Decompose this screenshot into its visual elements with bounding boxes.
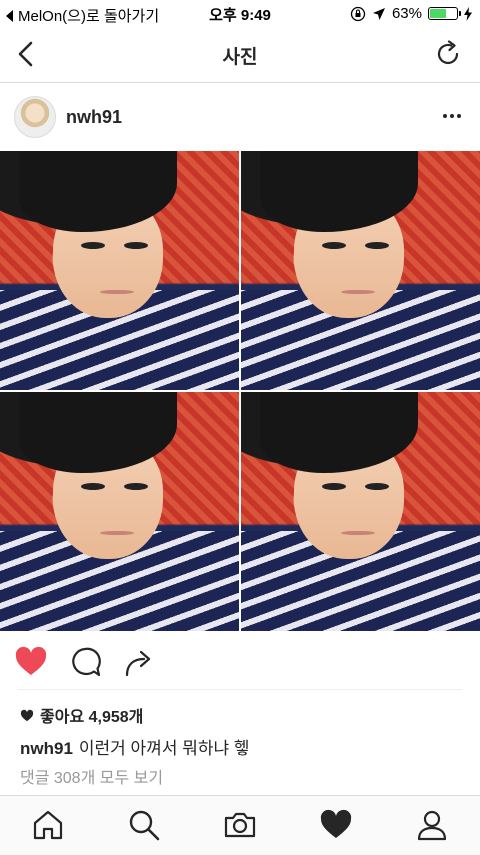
caption-text: 이런거 아껴서 뭐하냐 헿 [78, 739, 250, 758]
post-actions [0, 632, 480, 690]
photo-tile [241, 151, 480, 390]
battery-percent: 63% [391, 5, 422, 22]
avatar[interactable] [14, 96, 56, 138]
status-right: 63% [350, 5, 472, 22]
status-bar: MelOn(으)로 돌아가기 오후 9:49 63% [0, 0, 480, 28]
post-header: nwh91 [0, 83, 480, 151]
tab-bar [0, 795, 480, 855]
orientation-lock-icon [350, 6, 366, 21]
location-arrow-icon [372, 7, 385, 20]
caption: nwh91 이런거 아껴서 뭐하냐 헿 [20, 734, 249, 759]
share-icon[interactable] [122, 645, 156, 679]
photo-tile [0, 151, 239, 390]
post-photo[interactable] [0, 151, 480, 631]
photo-tile [0, 392, 239, 631]
battery-icon [428, 7, 461, 20]
photo-tile [241, 392, 480, 631]
more-options-icon[interactable] [442, 107, 462, 125]
view-all-comments-link[interactable]: 댓글 308개 모두 보기 [20, 764, 163, 788]
page-title: 사진 [222, 47, 258, 68]
heart-icon[interactable] [14, 645, 48, 679]
refresh-icon[interactable] [436, 40, 462, 68]
camera-icon[interactable] [223, 808, 257, 842]
search-icon[interactable] [127, 808, 161, 842]
charging-bolt-icon [464, 6, 472, 21]
likes-text: 좋아요 4,958개 [40, 709, 144, 726]
nav-bar: 사진 [0, 28, 480, 83]
profile-icon[interactable] [415, 808, 449, 842]
caption-username[interactable]: nwh91 [20, 739, 73, 758]
post-username[interactable]: nwh91 [66, 107, 122, 128]
activity-heart-icon[interactable] [319, 808, 353, 842]
comment-icon[interactable] [68, 645, 102, 679]
divider [18, 689, 462, 690]
battery-fill [430, 9, 446, 18]
likes-count[interactable]: 좋아요 4,958개 [20, 703, 143, 727]
home-icon[interactable] [31, 808, 65, 842]
small-heart-icon [20, 709, 34, 721]
